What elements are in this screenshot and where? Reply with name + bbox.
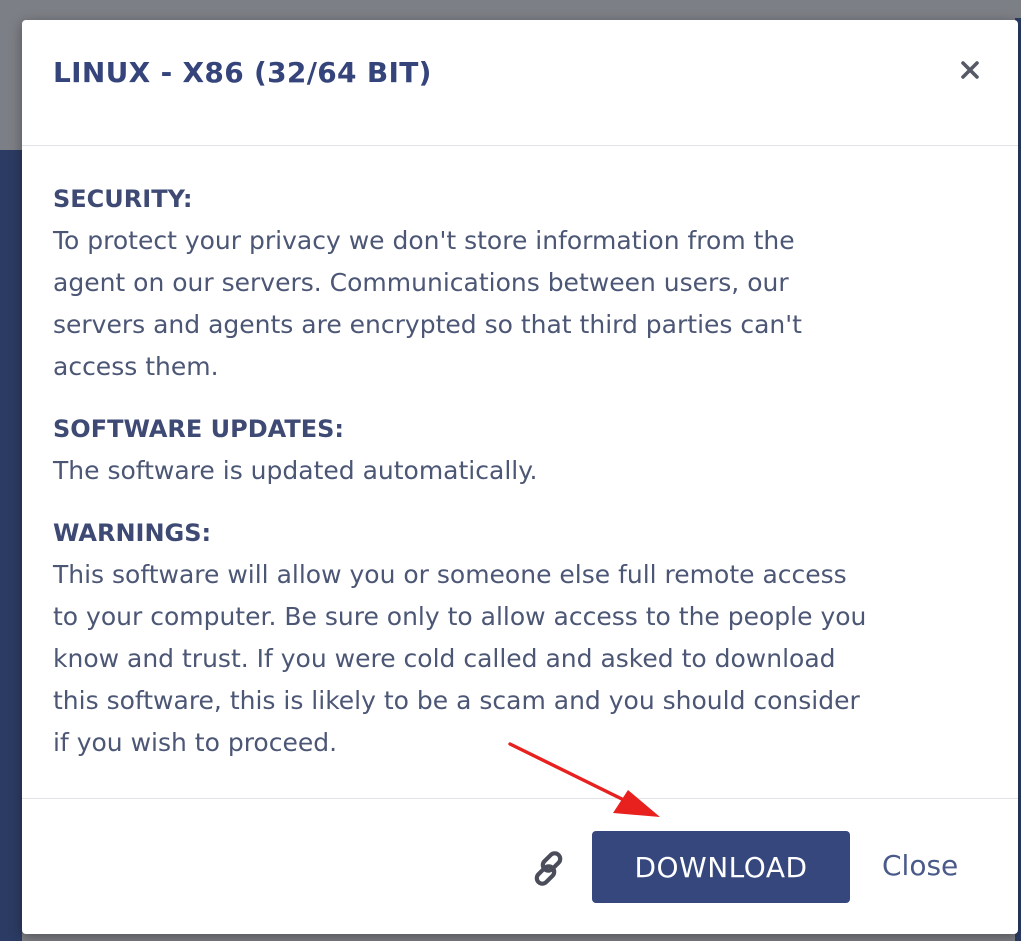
section-heading: SOFTWARE UPDATES: [53,415,345,443]
section-text: To protect your privacy we don't store i… [53,220,988,388]
background-panel-left [0,150,22,941]
section-text: This software will allow you or someone … [53,554,988,764]
text-line: servers and agents are encrypted so that… [53,310,802,339]
dialog-title: LINUX - X86 (32/64 BIT) [53,56,432,89]
download-button[interactable]: DOWNLOAD [592,831,850,903]
dialog-header: LINUX - X86 (32/64 BIT) [22,20,1018,146]
text-line: This software will allow you or someone … [53,560,847,589]
dialog-body: SECURITY: To protect your privacy we don… [53,178,988,784]
text-line: if you wish to proceed. [53,728,338,757]
software-updates-section: SOFTWARE UPDATES: The software is update… [53,408,988,492]
security-section: SECURITY: To protect your privacy we don… [53,178,988,388]
text-line: this software, this is likely to be a sc… [53,686,860,715]
close-button[interactable]: Close [882,849,958,882]
section-heading: WARNINGS: [53,519,212,547]
text-line: know and trust. If you were cold called … [53,644,836,673]
text-line: to your computer. Be sure only to allow … [53,602,867,631]
text-line: The software is updated automatically. [53,456,538,485]
dialog-footer: DOWNLOAD Close [22,798,1018,934]
section-heading: SECURITY: [53,185,193,213]
close-x-icon[interactable] [958,58,982,82]
warnings-section: WARNINGS: This software will allow you o… [53,512,988,764]
text-line: agent on our servers. Communications bet… [53,268,789,297]
text-line: access them. [53,352,219,381]
download-dialog: LINUX - X86 (32/64 BIT) SECURITY: To pro… [22,20,1018,934]
section-text: The software is updated automatically. [53,450,988,492]
text-line: To protect your privacy we don't store i… [53,226,795,255]
link-icon[interactable] [528,847,572,891]
